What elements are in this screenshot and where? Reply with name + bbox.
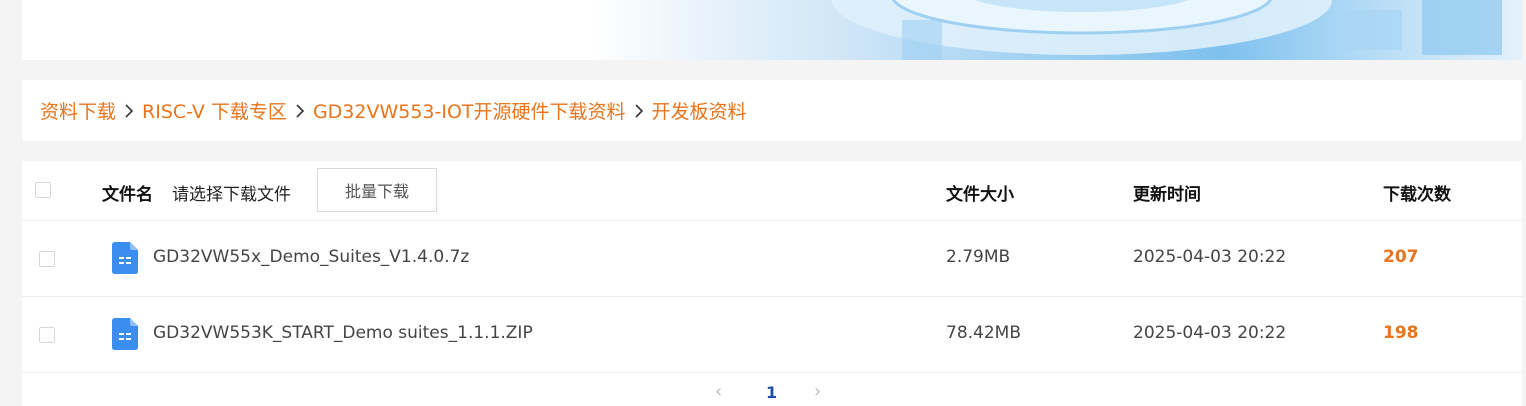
chevron-right-icon xyxy=(124,103,134,118)
top-banner xyxy=(22,0,1522,60)
breadcrumb-item-gd32vw553[interactable]: GD32VW553-IOT开源硬件下载资料 xyxy=(313,97,626,124)
row-checkbox[interactable] xyxy=(39,251,55,267)
table-header: 文件名 请选择下载文件 批量下载 文件大小 更新时间 下载次数 xyxy=(22,161,1522,221)
column-header-name: 文件名 xyxy=(102,185,153,205)
file-table: 文件名 请选择下载文件 批量下载 文件大小 更新时间 下载次数 GD32VW55… xyxy=(22,161,1522,406)
breadcrumb-item-devboard[interactable]: 开发板资料 xyxy=(652,97,747,124)
page-number-current[interactable]: 1 xyxy=(766,383,777,402)
table-row: GD32VW55x_Demo_Suites_V1.4.0.7z 2.79MB 2… xyxy=(22,221,1522,297)
file-name-link[interactable]: GD32VW553K_START_Demo suites_1.1.1.ZIP xyxy=(153,323,533,343)
breadcrumb: 资料下载 RISC-V 下载专区 GD32VW553-IOT开源硬件下载资料 开… xyxy=(22,97,747,124)
breadcrumb-bar: 资料下载 RISC-V 下载专区 GD32VW553-IOT开源硬件下载资料 开… xyxy=(22,80,1522,141)
breadcrumb-item-downloads[interactable]: 资料下载 xyxy=(40,97,116,124)
select-hint: 请选择下载文件 xyxy=(172,185,291,205)
column-header-downloads: 下载次数 xyxy=(1383,185,1451,205)
file-name-link[interactable]: GD32VW55x_Demo_Suites_V1.4.0.7z xyxy=(153,247,469,267)
pagination: ‹ 1 › xyxy=(22,372,1522,406)
file-icon xyxy=(112,318,138,350)
file-size: 78.42MB xyxy=(946,323,1021,343)
batch-download-button[interactable]: 批量下载 xyxy=(317,168,437,212)
prev-page-button[interactable]: ‹ xyxy=(715,381,722,402)
row-checkbox[interactable] xyxy=(39,327,55,343)
file-updated-time: 2025-04-03 20:22 xyxy=(1133,247,1287,267)
next-page-button[interactable]: › xyxy=(814,381,821,402)
download-count: 207 xyxy=(1383,247,1419,267)
file-size: 2.79MB xyxy=(946,247,1011,267)
column-header-updated: 更新时间 xyxy=(1133,185,1201,205)
download-count: 198 xyxy=(1383,323,1419,343)
table-row: GD32VW553K_START_Demo suites_1.1.1.ZIP 7… xyxy=(22,297,1522,373)
chevron-right-icon xyxy=(295,103,305,118)
select-all-checkbox[interactable] xyxy=(35,182,51,198)
file-updated-time: 2025-04-03 20:22 xyxy=(1133,323,1287,343)
file-icon xyxy=(112,242,138,274)
breadcrumb-item-riscv[interactable]: RISC-V 下载专区 xyxy=(142,97,287,124)
chevron-right-icon xyxy=(634,103,644,118)
banner-graphic xyxy=(832,0,1502,60)
column-header-size: 文件大小 xyxy=(946,185,1014,205)
